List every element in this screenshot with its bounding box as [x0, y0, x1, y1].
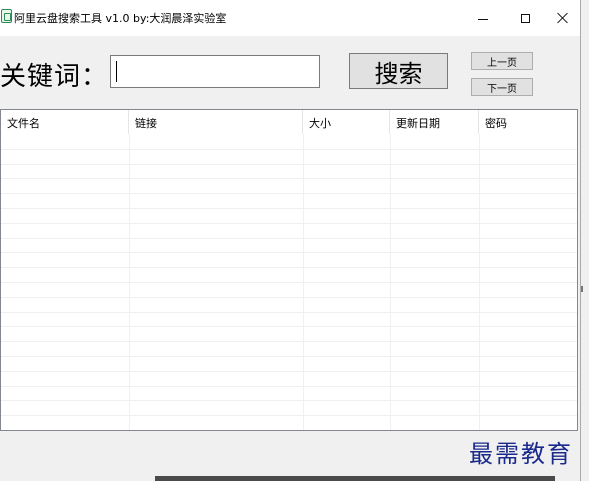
keyword-label: 关键词： [0, 62, 109, 92]
column-header-password[interactable]: 密码 [479, 110, 577, 134]
grid-row-line [1, 400, 577, 401]
column-header-filename[interactable]: 文件名 [1, 110, 129, 134]
grid-row-line [1, 223, 577, 224]
grid-row-line [1, 430, 577, 431]
minimize-button[interactable] [462, 0, 504, 36]
close-button[interactable] [546, 0, 580, 36]
grid-row-line [1, 267, 577, 268]
grid-column-line [390, 134, 391, 430]
results-header: 文件名 链接 大小 更新日期 密码 [1, 110, 577, 134]
keyword-input[interactable] [110, 55, 320, 88]
grid-row-line [1, 149, 577, 150]
grid-row-line [1, 386, 577, 387]
close-icon [557, 12, 569, 24]
grid-row-line [1, 178, 577, 179]
app-window: 阿里云盘搜索工具 v1.0 by:大润晨泽实验室 关键词： 搜索 上一页 下一页… [0, 0, 581, 481]
grid-row-line [1, 193, 577, 194]
grid-row-line [1, 238, 577, 239]
grid-row-line [1, 415, 577, 416]
results-body[interactable] [1, 134, 577, 430]
background-edge-mark [581, 286, 583, 292]
text-caret [116, 61, 117, 82]
grid-row-line [1, 312, 577, 313]
grid-row-line [1, 297, 577, 298]
grid-row-line [1, 356, 577, 357]
app-icon [1, 9, 12, 23]
grid-row-line [1, 371, 577, 372]
grid-row-line [1, 326, 577, 327]
maximize-icon [520, 13, 530, 23]
grid-row-line [1, 282, 577, 283]
column-header-size[interactable]: 大小 [303, 110, 390, 134]
search-button[interactable]: 搜索 [349, 53, 448, 89]
grid-row-line [1, 252, 577, 253]
prev-page-button[interactable]: 上一页 [471, 52, 533, 70]
column-header-link[interactable]: 链接 [129, 110, 303, 134]
grid-column-line [129, 134, 130, 430]
column-header-date[interactable]: 更新日期 [390, 110, 479, 134]
grid-row-line [1, 164, 577, 165]
grid-row-line [1, 208, 577, 209]
minimize-icon [478, 18, 488, 20]
window-title: 阿里云盘搜索工具 v1.0 by:大润晨泽实验室 [14, 12, 227, 25]
grid-row-line [1, 341, 577, 342]
grid-column-line [479, 134, 480, 430]
grid-column-line [303, 134, 304, 430]
maximize-button[interactable] [504, 0, 546, 36]
next-page-button[interactable]: 下一页 [471, 78, 533, 96]
results-list[interactable]: 文件名 链接 大小 更新日期 密码 [0, 109, 578, 431]
background-taskbar-strip [155, 476, 555, 481]
watermark: 最需教育 [469, 440, 573, 468]
title-bar[interactable]: 阿里云盘搜索工具 v1.0 by:大润晨泽实验室 [0, 0, 580, 36]
